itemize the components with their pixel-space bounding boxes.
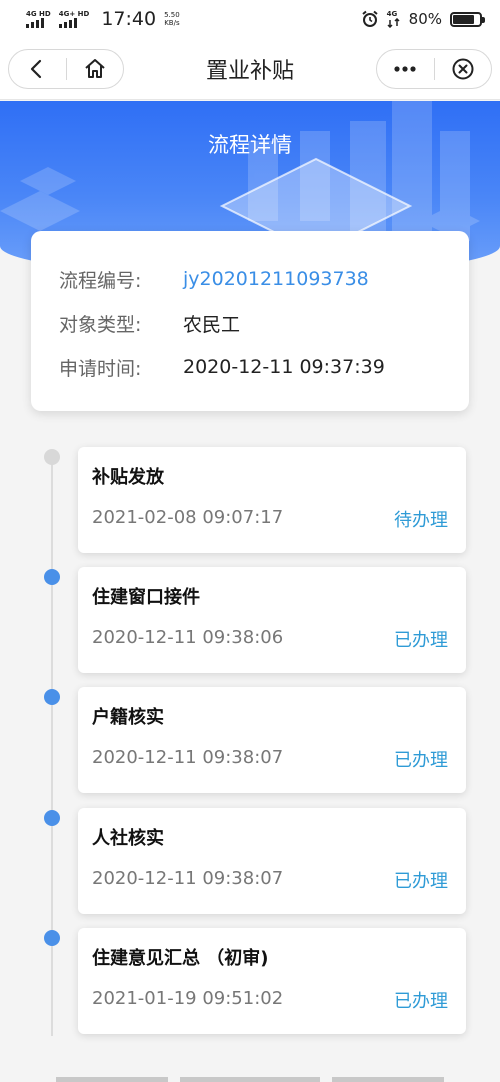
signal-1-icon: 4G HD — [26, 10, 51, 28]
battery-fill — [453, 14, 474, 24]
timeline-line — [51, 458, 53, 1036]
step-time: 2021-02-08 09:07:17 — [92, 507, 284, 528]
timeline-dot-done — [44, 569, 60, 585]
close-circle-icon — [452, 58, 474, 80]
step-status: 已办理 — [394, 871, 448, 892]
bottom-tab-hint — [332, 1077, 444, 1082]
info-row-object-type: 对象类型: 农民工 — [59, 301, 469, 345]
step-card[interactable]: 住建意见汇总 （初审) 2021-01-19 09:51:02 已办理 — [78, 928, 466, 1034]
info-label: 对象类型: — [59, 313, 142, 336]
home-button[interactable] — [67, 50, 124, 88]
timeline-dot-pending — [44, 449, 60, 465]
step-status: 已办理 — [394, 991, 448, 1012]
info-label: 申请时间: — [59, 357, 142, 380]
network-label: 4G — [386, 10, 398, 18]
info-row-apply-time: 申请时间: 2020-12-11 09:37:39 — [59, 345, 469, 389]
info-label: 流程编号: — [59, 269, 142, 292]
apply-time-value: 2020-12-11 09:37:39 — [183, 356, 385, 378]
bottom-tab-hint — [56, 1077, 168, 1082]
step-name: 人社核实 — [92, 828, 164, 849]
chevron-left-icon — [31, 59, 42, 79]
back-button[interactable] — [9, 50, 66, 88]
nav-bar: 置业补贴 — [0, 38, 500, 100]
step-status: 已办理 — [394, 750, 448, 771]
close-button[interactable] — [435, 50, 492, 88]
step-time: 2021-01-19 09:51:02 — [92, 988, 284, 1009]
process-info-card: 流程编号: jy20201211093738 对象类型: 农民工 申请时间: 2… — [31, 231, 469, 411]
step-time: 2020-12-11 09:38:07 — [92, 747, 284, 768]
network-4g-icon: 4G — [387, 10, 401, 28]
timeline-dot-done — [44, 810, 60, 826]
hero-title: 流程详情 — [208, 133, 292, 157]
timeline-dot-done — [44, 689, 60, 705]
nav-right-capsule — [376, 49, 492, 89]
step-name: 户籍核实 — [92, 707, 164, 728]
step-status: 待办理 — [394, 510, 448, 531]
nav-left-capsule — [8, 49, 124, 89]
step-time: 2020-12-11 09:38:07 — [92, 868, 284, 889]
network-speed: 5.50 KB/s — [164, 11, 180, 27]
step-time: 2020-12-11 09:38:06 — [92, 627, 284, 648]
info-row-process-id: 流程编号: jy20201211093738 — [59, 257, 469, 301]
step-card[interactable]: 户籍核实 2020-12-11 09:38:07 已办理 — [78, 687, 466, 793]
battery-percent: 80% — [408, 10, 442, 28]
status-bar: 4G HD 4G+ HD 17:40 5.50 KB/s 4G 80% — [0, 0, 500, 38]
signal-2-icon: 4G+ HD — [58, 10, 90, 28]
home-icon — [85, 59, 105, 78]
clock: 17:40 — [101, 8, 157, 30]
more-dots-icon — [394, 66, 416, 72]
status-left: 4G HD 4G+ HD 17:40 5.50 KB/s — [26, 8, 180, 30]
timeline-dot-done — [44, 930, 60, 946]
alarm-icon — [362, 10, 378, 27]
signal-1-label: 4G HD — [26, 10, 51, 18]
battery-icon — [450, 11, 485, 27]
step-name: 住建窗口接件 — [92, 587, 200, 608]
object-type-value: 农民工 — [183, 313, 241, 336]
step-card[interactable]: 住建窗口接件 2020-12-11 09:38:06 已办理 — [78, 567, 466, 673]
step-card[interactable]: 补贴发放 2021-02-08 09:07:17 待办理 — [78, 447, 466, 553]
speed-value: 5.50 — [164, 11, 180, 19]
status-right: 4G 80% — [361, 10, 485, 28]
signal-2-label: 4G+ HD — [58, 10, 90, 18]
step-name: 住建意见汇总 （初审) — [92, 948, 269, 969]
more-button[interactable] — [377, 50, 434, 88]
page-title: 置业补贴 — [205, 59, 294, 84]
process-id-value[interactable]: jy20201211093738 — [183, 268, 369, 290]
step-card[interactable]: 人社核实 2020-12-11 09:38:07 已办理 — [78, 808, 466, 914]
step-status: 已办理 — [394, 630, 448, 651]
speed-unit: KB/s — [164, 19, 180, 27]
step-name: 补贴发放 — [92, 467, 164, 488]
bottom-tab-hint — [180, 1077, 320, 1082]
